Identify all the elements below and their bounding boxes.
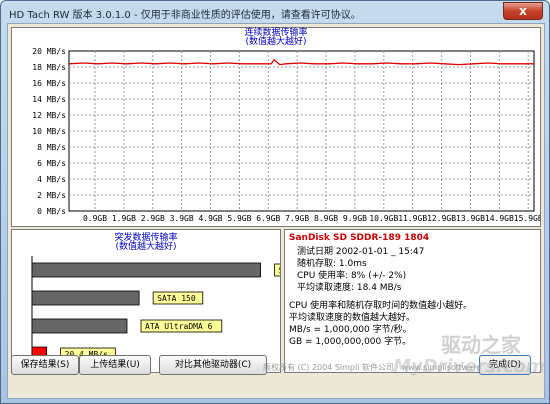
app-window: HD Tach RW 版本 3.0.1.0 - 仅用于非商业性质的评估使用，请查… [0,0,550,404]
burst-bar [31,290,140,306]
upload-results-button[interactable]: 上传结果(U) [79,355,151,375]
save-results-button[interactable]: 保存结果(S) [11,355,79,375]
average-read: 平均读取速度: 18.4 MB/s [297,283,402,293]
x-tick-label: 14.9GB [485,214,514,223]
burst-bar-label: SCSI Ultra320 [279,266,280,275]
x-tick-label: 1.9GB [112,214,136,223]
note-cpu: CPU 使用率和随机存取时间的数值越小越好。 [289,301,473,311]
y-tick-label: 4 MB/s [37,175,66,184]
burst-transfer-chart: SCSI Ultra320SATA 150ATA UltraDMA 620.4 … [11,229,281,373]
y-tick-label: 0 MB/s [37,207,66,216]
watermark-logo: 驱动之家 [441,333,521,357]
watermark-url: MyDrivers.com [393,356,545,377]
y-tick-label: 6 MB/s [37,159,66,168]
y-tick-label: 8 MB/s [37,143,66,152]
sequential-chart-svg: 20 MB/s 18 MB/s 16 MB/s 14 MB/s 12 MB/s 10 MB… [32,47,540,223]
random-access: 随机存取: 1.0ms [297,259,367,269]
x-tick-label: 9.9GB [343,214,367,223]
y-tick-label: 10 MB/s [32,127,66,136]
drive-stats: 测试日期 2002-01-01 _ 15:47 随机存取: 1.0ms CPU … [289,246,536,294]
x-tick-label: 7.9GB [285,214,309,223]
window-title: HD Tach RW 版本 3.0.1.0 - 仅用于非商业性质的评估使用，请查… [9,10,361,21]
burst-chart-subtitle: (数值越大越好) [115,242,177,252]
note-read: 平均读取速度的数值越大越好。 [289,313,416,323]
sequential-chart-subtitle: (数值越大越好) [245,37,307,47]
x-tick-label: 5.9GB [227,214,251,223]
y-tick-label: 14 MB/s [32,95,66,104]
burst-bar-label: ATA UltraDMA 6 [145,322,213,331]
burst-bar [31,262,261,278]
title-bar[interactable]: HD Tach RW 版本 3.0.1.0 - 仅用于非商业性质的评估使用，请查… [1,1,549,23]
x-tick-label: 8.9GB [314,214,338,223]
x-tick-label: 10.9GB [369,214,398,223]
y-tick-label: 16 MB/s [32,79,66,88]
y-tick-label: 18 MB/s [32,63,66,72]
x-tick-label: 4.9GB [198,214,222,223]
x-tick-label: 15.9GB [514,214,540,223]
y-tick-label: 12 MB/s [32,111,66,120]
y-tick-label: 20 MB/s [32,47,66,56]
burst-bar [31,318,128,334]
drive-name: SanDisk SD SDDR-189 1804 [289,233,430,243]
x-tick-label: 6.9GB [256,214,280,223]
x-tick-label: 13.9GB [456,214,485,223]
cpu-usage: CPU 使用率: 8% (+/- 2%) [297,271,407,281]
x-tick-label: 0.9GB [83,214,107,223]
x-tick-label: 2.9GB [141,214,165,223]
sequential-transfer-chart: 20 MB/s 18 MB/s 16 MB/s 14 MB/s 12 MB/s 10 MB… [11,27,541,227]
x-tick-label: 11.9GB [398,214,427,223]
test-date: 测试日期 2002-01-01 _ 15:47 [297,247,425,257]
x-tick-label: 3.9GB [170,214,194,223]
x-tick-label: 12.9GB [427,214,456,223]
compare-drives-button[interactable]: 对比其他驱动器(C) [159,355,267,375]
burst-bar-label: SATA 150 [157,294,196,303]
y-tick-label: 2 MB/s [37,191,66,200]
close-button[interactable]: x [503,2,543,20]
